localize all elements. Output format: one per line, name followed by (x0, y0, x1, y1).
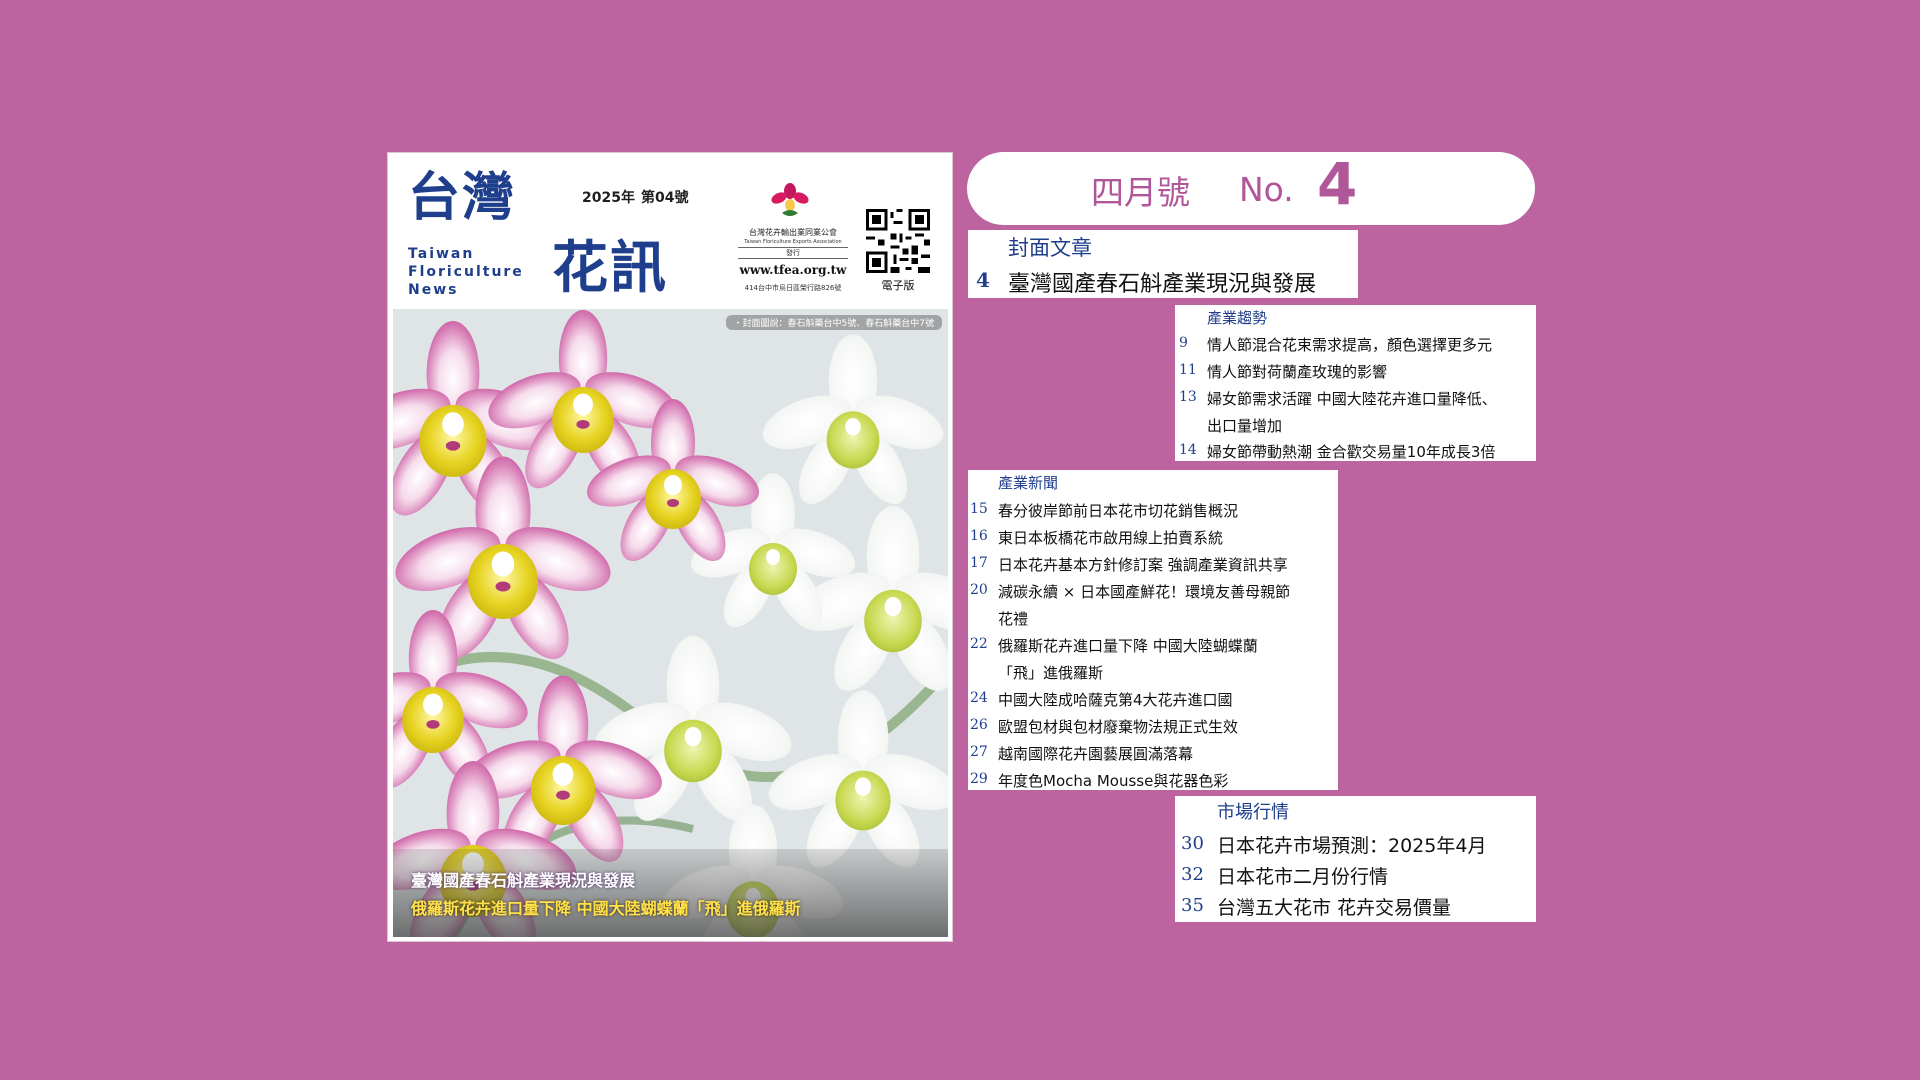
toc-page-number: 30 (1181, 833, 1204, 854)
toc-page-number: 17 (970, 555, 988, 571)
toc-page-number: 32 (1181, 864, 1204, 885)
toc-entry[interactable]: 婦女節帶動熱潮 金合歡交易量10年成長3倍 (1207, 441, 1495, 462)
cover-headline-2: 俄羅斯花卉進口量下降 中國大陸蝴蝶蘭「飛」進俄羅斯 (411, 899, 801, 918)
cover-title-en-line: News (408, 282, 459, 298)
toc-page-number: 4 (976, 268, 990, 292)
toc-page-number: 11 (1179, 362, 1197, 378)
cover-title-en-line: Taiwan (408, 246, 475, 262)
toc-industry-news: 產業新聞 15 春分彼岸節前日本花市切花銷售概況 16 東日本板橋花市啟用線上拍… (968, 470, 1338, 790)
cover-title-zh-top: 台灣 (408, 168, 517, 228)
section-title: 產業新聞 (998, 474, 1059, 492)
cover-title-en-line: Floriculture (408, 264, 524, 280)
toc-entry[interactable]: 中國大陸成哈薩克第4大花卉進口國 (998, 689, 1233, 710)
cover-photo: ・封面圖說：春石斛藥台中5號、春石斛藥台中7號 臺灣國產春石斛產業現況與發展 俄… (393, 309, 948, 937)
org-url[interactable]: www.tfea.org.tw (738, 263, 848, 277)
cover-year: 2025年 (582, 190, 635, 206)
toc-entry[interactable]: 俄羅斯花卉進口量下降 中國大陸蝴蝶蘭 (998, 635, 1258, 656)
orchid-logo-icon (771, 183, 809, 216)
toc-page-number: 35 (1181, 895, 1204, 916)
toc-page-number: 9 (1179, 335, 1188, 351)
toc-page-number: 26 (970, 717, 988, 733)
toc-entry[interactable]: 台灣五大花市 花卉交易價量 (1217, 893, 1451, 920)
toc-entry[interactable]: 減碳永續 × 日本國產鮮花！環境友善母親節 (998, 581, 1290, 602)
toc-page-number: 29 (970, 771, 988, 787)
toc-page-number: 27 (970, 744, 988, 760)
magazine-cover[interactable]: 台灣 花訊 Taiwan Floriculture News 2025年 第04號… (387, 152, 953, 942)
toc-market-info: 市場行情 30 日本花卉市場預測：2025年4月 32 日本花市二月份行情 35… (1175, 796, 1536, 922)
org-address: 414台中市烏日區榮行路826號 (744, 284, 842, 292)
toc-page-number: 20 (970, 582, 988, 598)
toc-entry[interactable]: 年度色Mocha Mousse與花器色彩 (998, 770, 1228, 791)
toc-page-number: 13 (1179, 389, 1197, 405)
toc-cover-story: 封面文章 4 臺灣國產春石斛產業現況與發展 (968, 230, 1358, 298)
cover-header: 台灣 花訊 Taiwan Floriculture News 2025年 第04號… (388, 153, 954, 305)
toc-entry[interactable]: 歐盟包材與包材廢棄物法規正式生效 (998, 716, 1238, 737)
toc-entry[interactable]: 情人節混合花束需求提高，顏色選擇更多元 (1207, 334, 1492, 355)
toc-entry-continuation[interactable]: 花禮 (998, 608, 1028, 629)
toc-page-number: 22 (970, 636, 988, 652)
toc-entry[interactable]: 越南國際花卉園藝展圓滿落幕 (998, 743, 1193, 764)
toc-entry[interactable]: 婦女節需求活躍 中國大陸花卉進口量降低、 (1207, 388, 1497, 409)
cover-issue: 2025年 第04號 (582, 187, 694, 207)
toc-entry-continuation[interactable]: 「飛」進俄羅斯 (998, 662, 1103, 683)
org-issued: 發行 (738, 247, 848, 259)
cover-title-zh-bottom: 花訊 (552, 236, 668, 301)
toc-page-number: 24 (970, 690, 988, 706)
headline-band (393, 849, 948, 937)
toc-page-number: 14 (1179, 442, 1197, 458)
cover-title-en: Taiwan Floriculture News (408, 245, 524, 299)
toc-entry-continuation[interactable]: 出口量增加 (1207, 415, 1282, 436)
toc-page-number: 16 (970, 528, 988, 544)
cover-issue-no: 第04號 (640, 190, 689, 206)
toc-entry[interactable]: 春分彼岸節前日本花市切花銷售概況 (998, 500, 1238, 521)
toc-entry[interactable]: 東日本板橋花市啟用線上拍賣系統 (998, 527, 1223, 548)
org-name-zh: 台灣花卉輸出業同業公會 (749, 228, 837, 237)
issue-no-value: 4 (1317, 150, 1358, 218)
issue-no-label: No. (1239, 170, 1294, 209)
issue-month: 四月號 (1091, 173, 1190, 212)
toc-entry[interactable]: 日本花卉基本方針修訂案 強調產業資訊共享 (998, 554, 1288, 575)
section-title: 產業趨勢 (1207, 309, 1268, 327)
cover-headline-1: 臺灣國產春石斛產業現況與發展 (411, 871, 636, 890)
qr-label: 電子版 (881, 279, 915, 292)
orchid-illustration (393, 309, 948, 937)
org-name-en: Taiwan Floriculture Exports Association (744, 239, 842, 245)
toc-page-number: 15 (970, 501, 988, 517)
cover-photo-caption: ・封面圖說：春石斛藥台中5號、春石斛藥台中7號 (725, 315, 942, 330)
issue-banner: 四月號 No. 4 (967, 150, 1535, 225)
toc-entry[interactable]: 日本花市二月份行情 (1217, 862, 1388, 889)
toc-industry-trends: 產業趨勢 9 情人節混合花束需求提高，顏色選擇更多元 11 情人節對荷蘭產玫瑰的… (1175, 305, 1536, 461)
toc-entry[interactable]: 日本花卉市場預測：2025年4月 (1217, 831, 1486, 858)
toc-entry[interactable]: 情人節對荷蘭產玫瑰的影響 (1207, 361, 1387, 382)
qr-code-icon[interactable] (866, 209, 930, 273)
section-title: 市場行情 (1217, 802, 1289, 823)
toc-entry[interactable]: 臺灣國產春石斛產業現況與發展 (1008, 266, 1316, 298)
section-title: 封面文章 (1008, 236, 1092, 260)
